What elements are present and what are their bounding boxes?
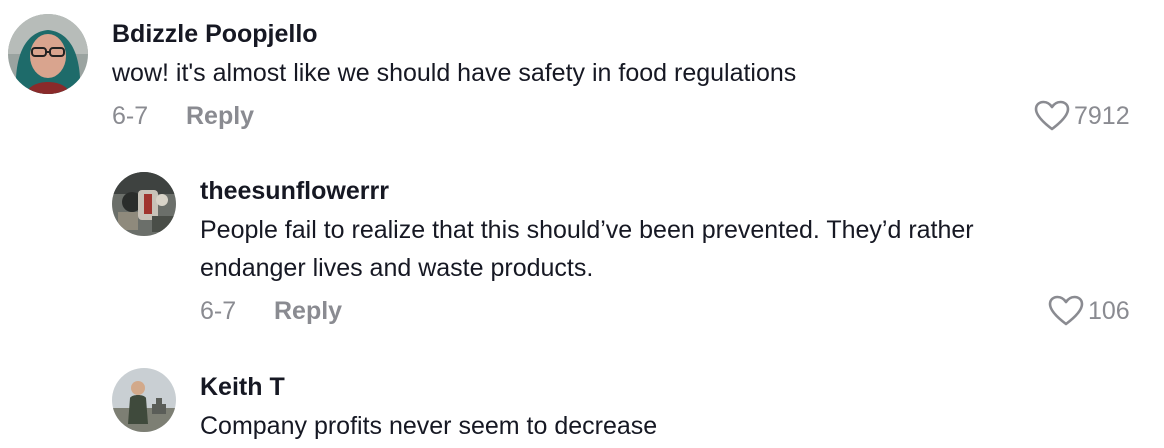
comment-date: 6-7: [112, 102, 149, 130]
comment-text-line-2: endanger lives and waste products.: [200, 254, 594, 282]
comment-text: Company profits never seem to decrease: [200, 412, 658, 440]
like-button[interactable]: 106: [1048, 295, 1130, 327]
comment-text-line-1: People fail to realize that this should’…: [200, 216, 974, 244]
like-count: 106: [1088, 297, 1130, 325]
like-count: 7912: [1074, 102, 1130, 130]
heart-icon: [1048, 295, 1084, 327]
reply-button[interactable]: Reply: [186, 101, 254, 131]
reply-comment-item: Keith T Company profits never seem to de…: [0, 350, 1164, 448]
comment-username[interactable]: Keith T: [200, 372, 285, 402]
comment-item: Bdizzle Poopjello wow! it's almost like …: [0, 0, 1164, 150]
user-avatar-icon[interactable]: [8, 14, 88, 94]
comment-text: wow! it's almost like we should have saf…: [112, 59, 797, 87]
comment-username[interactable]: theesunflowerrr: [200, 176, 389, 206]
heart-icon: [1034, 100, 1070, 132]
reply-button[interactable]: Reply: [274, 296, 342, 326]
user-avatar-icon[interactable]: [112, 368, 176, 432]
comment-username[interactable]: Bdizzle Poopjello: [112, 19, 318, 49]
comment-date: 6-7: [200, 297, 237, 325]
like-button[interactable]: 7912: [1034, 100, 1130, 132]
reply-comment-item: theesunflowerrr People fail to realize t…: [0, 150, 1164, 350]
user-avatar-icon[interactable]: [112, 172, 176, 236]
